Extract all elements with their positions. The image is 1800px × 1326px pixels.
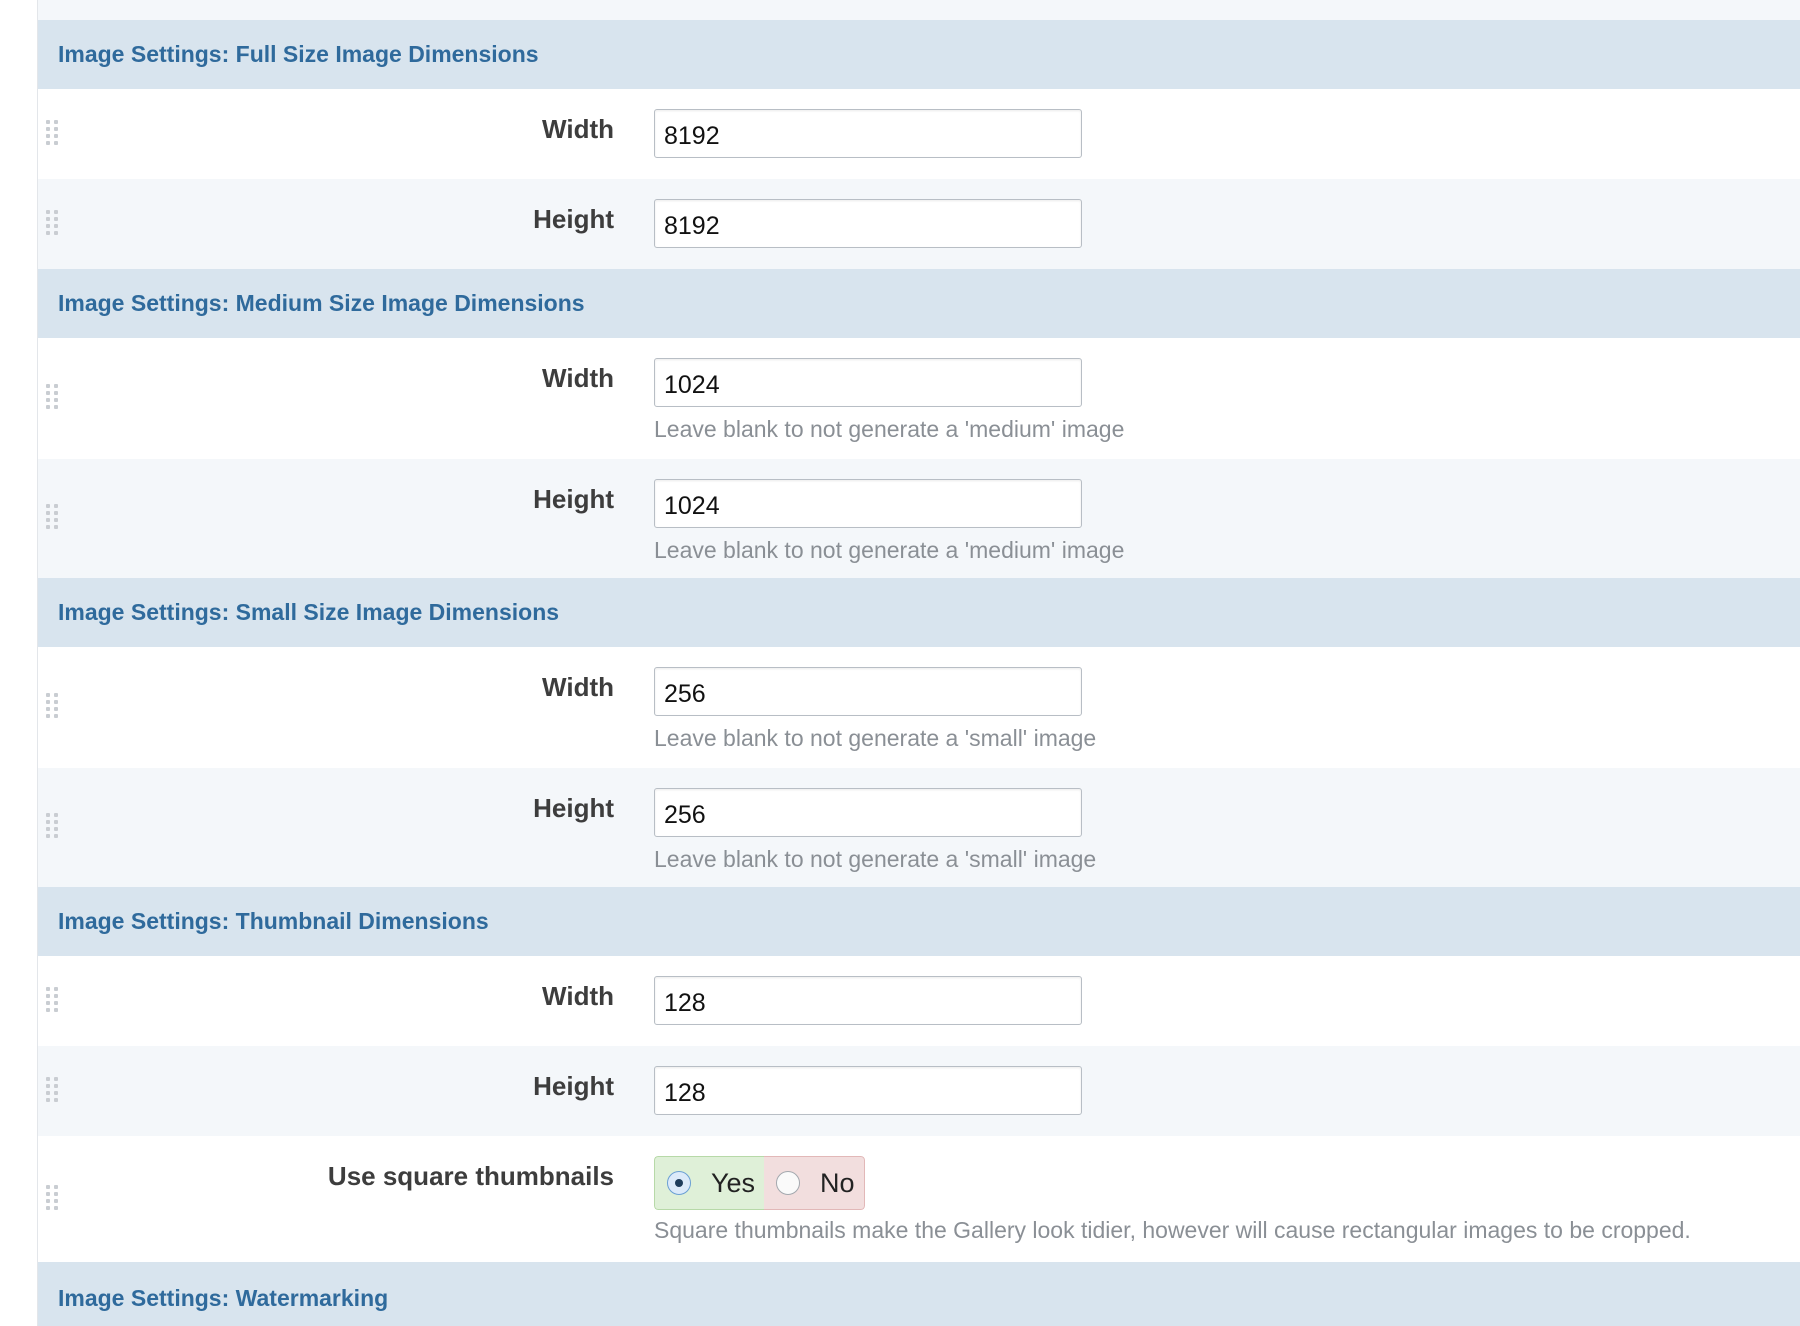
help-text: Leave blank to not generate a 'small' im…: [654, 846, 1097, 872]
radio-option-no[interactable]: No: [764, 1156, 865, 1210]
drag-handle-icon[interactable]: [46, 987, 58, 1015]
section-title: Image Settings: Watermarking: [58, 1284, 389, 1311]
drag-handle-icon[interactable]: [46, 504, 58, 532]
field-label: Width: [542, 363, 614, 393]
field-control: [654, 956, 1082, 1046]
settings-page: Image Settings: Full Size Image Dimensio…: [0, 0, 1800, 1326]
field-label: Width: [542, 672, 614, 702]
section-header-watermarking: Image Settings: Watermarking: [38, 1262, 1800, 1326]
thumb-width-input[interactable]: [654, 976, 1082, 1025]
drag-handle-icon[interactable]: [46, 384, 58, 412]
field-control: Leave blank to not generate a 'small' im…: [654, 647, 1096, 768]
field-label: Width: [542, 114, 614, 144]
field-label: Height: [533, 1071, 614, 1101]
radio-unchecked-icon[interactable]: [776, 1171, 801, 1195]
field-row-thumb-height: Height: [38, 1046, 1800, 1136]
medium-height-input[interactable]: [654, 479, 1082, 528]
field-row-medium-width: Width Leave blank to not generate a 'med…: [38, 338, 1800, 459]
field-label: Width: [542, 981, 614, 1011]
drag-handle-icon[interactable]: [46, 1185, 58, 1213]
field-label: Height: [533, 204, 614, 234]
radio-label: No: [820, 1167, 855, 1198]
drag-handle-icon[interactable]: [46, 1077, 58, 1105]
field-control: Leave blank to not generate a 'medium' i…: [654, 459, 1124, 578]
field-label: Use square thumbnails: [327, 1161, 614, 1191]
field-row-medium-height: Height Leave blank to not generate a 'me…: [38, 459, 1800, 578]
help-text: Square thumbnails make the Gallery look …: [654, 1217, 1691, 1243]
field-control: [654, 89, 1082, 179]
full-width-input[interactable]: [654, 109, 1082, 158]
section-header-thumbnail: Image Settings: Thumbnail Dimensions: [38, 887, 1800, 956]
section-header-full-size: Image Settings: Full Size Image Dimensio…: [38, 20, 1800, 89]
drag-handle-icon[interactable]: [46, 210, 58, 238]
drag-handle-icon[interactable]: [46, 693, 58, 721]
field-row-full-width: Width: [38, 89, 1800, 179]
field-label: Height: [533, 484, 614, 514]
field-control: [654, 1046, 1082, 1136]
section-title: Image Settings: Full Size Image Dimensio…: [58, 41, 539, 67]
help-text: Leave blank to not generate a 'medium' i…: [654, 537, 1125, 563]
small-width-input[interactable]: [654, 667, 1082, 716]
section-title: Image Settings: Medium Size Image Dimens…: [58, 290, 585, 316]
field-control: [654, 179, 1082, 269]
section-title: Image Settings: Small Size Image Dimensi…: [58, 599, 560, 625]
section-header-small-size: Image Settings: Small Size Image Dimensi…: [38, 578, 1800, 647]
top-strip: [38, 0, 1800, 20]
drag-handle-icon[interactable]: [46, 120, 58, 148]
help-text: Leave blank to not generate a 'small' im…: [654, 725, 1097, 751]
field-control: Leave blank to not generate a 'small' im…: [654, 768, 1096, 887]
radio-option-yes[interactable]: Yes: [654, 1156, 765, 1210]
radio-checked-icon[interactable]: [667, 1171, 691, 1195]
medium-width-input[interactable]: [654, 358, 1082, 407]
help-text: Leave blank to not generate a 'medium' i…: [654, 416, 1125, 442]
thumb-height-input[interactable]: [654, 1066, 1082, 1115]
field-row-full-height: Height: [38, 179, 1800, 269]
field-row-small-width: Width Leave blank to not generate a 'sma…: [38, 647, 1800, 768]
drag-handle-icon[interactable]: [46, 813, 58, 841]
full-height-input[interactable]: [654, 199, 1082, 248]
settings-panel: Image Settings: Full Size Image Dimensio…: [38, 0, 1800, 1326]
field-control: Leave blank to not generate a 'medium' i…: [654, 338, 1124, 459]
field-row-small-height: Height Leave blank to not generate a 'sm…: [38, 768, 1800, 887]
small-height-input[interactable]: [654, 788, 1082, 837]
left-gutter: [0, 0, 38, 1326]
radio-label: Yes: [711, 1167, 756, 1198]
field-label: Height: [533, 793, 614, 823]
square-thumbnails-radio-group: Yes No: [654, 1156, 865, 1210]
section-title: Image Settings: Thumbnail Dimensions: [58, 908, 489, 934]
field-row-square-thumbnails: Use square thumbnails Yes No Square thum…: [38, 1136, 1800, 1262]
field-control: Yes No Square thumbnails make the Galler…: [654, 1136, 1691, 1262]
field-row-thumb-width: Width: [38, 956, 1800, 1046]
section-header-medium-size: Image Settings: Medium Size Image Dimens…: [38, 269, 1800, 338]
